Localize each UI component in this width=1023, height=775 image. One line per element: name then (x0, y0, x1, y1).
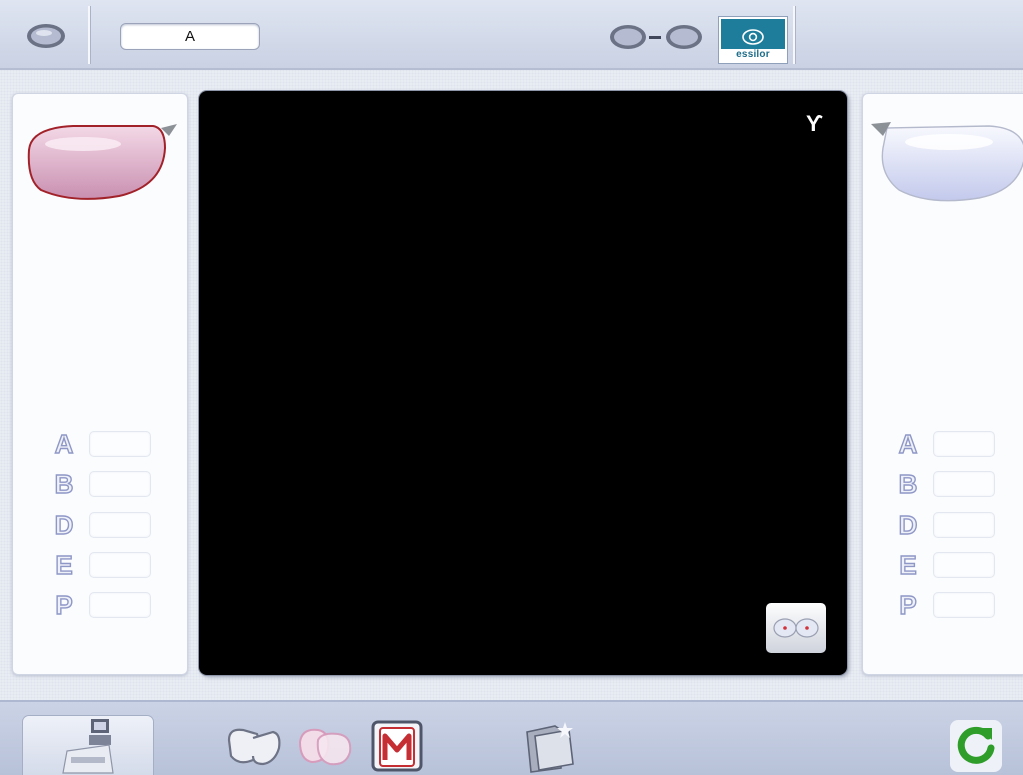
top-bar: A essilor (0, 0, 1023, 70)
measurement-label: P (55, 589, 74, 620)
left-lens-tinted-icon[interactable] (23, 120, 181, 206)
memory-button[interactable] (366, 716, 428, 775)
shape-viewer[interactable]: ϒ (199, 91, 847, 675)
measurement-label: A (898, 428, 918, 459)
open-folder-button[interactable] (518, 716, 582, 775)
measurement-label: D (54, 509, 74, 540)
measurement-value-e[interactable] (89, 552, 151, 578)
measurement-label: E (55, 549, 74, 580)
measurement-value-d[interactable] (933, 512, 995, 538)
measurement-value-a[interactable] (933, 431, 995, 457)
right-lens-panel: A B D E P (862, 93, 1023, 675)
open-folder-icon (526, 721, 574, 773)
single-lens-button[interactable] (22, 20, 70, 52)
lens-pair-link-button[interactable] (606, 20, 706, 54)
bottom-toolbar (0, 700, 1023, 775)
brand-name: essilor (721, 49, 785, 61)
measurement-row-e: E (51, 549, 151, 580)
measurement-label: B (54, 468, 74, 499)
measurement-row-p: P (51, 589, 151, 620)
tracer-device-icon (62, 718, 114, 774)
measurement-value-d[interactable] (89, 512, 151, 538)
measurement-label: B (898, 468, 918, 499)
measurement-label: P (899, 589, 918, 620)
tracer-device-button[interactable] (23, 716, 153, 775)
job-name-text: A (184, 28, 195, 45)
divider (88, 6, 90, 64)
essilor-eye-icon (742, 29, 764, 45)
measurement-value-a[interactable] (89, 431, 151, 457)
refresh-icon (950, 719, 1002, 772)
measurement-row-d: D (51, 509, 151, 540)
measurement-value-b[interactable] (89, 471, 151, 497)
measurement-row-p: P (895, 589, 995, 620)
essilor-logo: essilor (719, 17, 787, 63)
job-name-field[interactable]: A (120, 23, 260, 50)
measurement-value-p[interactable] (89, 592, 151, 618)
measurement-row-e: E (895, 549, 995, 580)
measurement-label: E (899, 549, 918, 580)
lens-overlay-icon (298, 728, 352, 765)
left-lens-panel: A B D E P (12, 93, 188, 675)
measurement-value-p[interactable] (933, 592, 995, 618)
single-lens-icon (27, 24, 65, 48)
refresh-button[interactable] (944, 716, 1008, 775)
measurement-row-d: D (895, 509, 995, 540)
measurement-row-a: A (895, 428, 995, 459)
measurement-value-e[interactable] (933, 552, 995, 578)
memory-m-icon (371, 720, 423, 771)
lens-pair-view-button[interactable] (766, 603, 826, 653)
trace-mode-icon[interactable]: ϒ (806, 111, 823, 137)
measurement-row-b: B (51, 468, 151, 499)
lens-pair-link-icon (610, 25, 702, 49)
measurement-label: A (54, 428, 74, 459)
frame-shape-icon (227, 728, 281, 765)
divider (793, 6, 795, 64)
measurement-value-b[interactable] (933, 471, 995, 497)
measurement-label: D (898, 509, 918, 540)
frame-shape-button[interactable] (220, 716, 286, 775)
lens-pair-dots-icon (773, 618, 819, 638)
measurement-row-b: B (895, 468, 995, 499)
measurement-row-a: A (51, 428, 151, 459)
lens-overlay-button[interactable] (292, 716, 358, 775)
right-lens-clear-icon[interactable] (869, 114, 1023, 206)
